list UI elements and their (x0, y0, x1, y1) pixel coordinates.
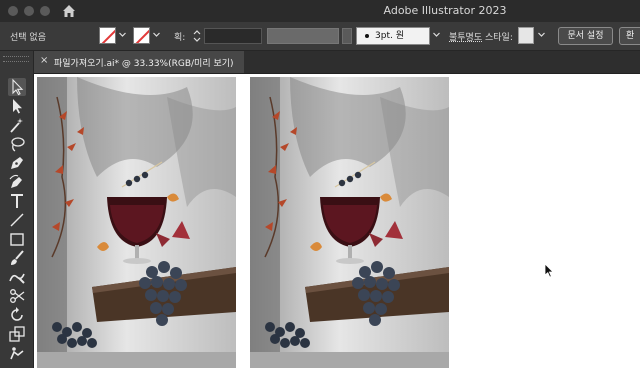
canvas[interactable] (34, 74, 640, 368)
scale-tool-icon[interactable] (8, 325, 26, 343)
preferences-button[interactable]: 환 (619, 27, 640, 45)
stroke-weight-stepper-icon[interactable] (192, 27, 202, 45)
control-bar: 선택 없음 획: 3pt. 원 불투명도 스타일: 문서 설정 환 (0, 22, 640, 51)
chevron-down-icon[interactable] (538, 31, 545, 38)
fill-swatch[interactable] (99, 27, 116, 44)
magic-wand-tool-icon[interactable] (8, 116, 26, 134)
mouse-cursor-icon (544, 263, 554, 278)
profile-dropdown[interactable] (342, 28, 352, 44)
chevron-down-icon[interactable] (119, 31, 126, 38)
artboard-1[interactable] (37, 77, 236, 368)
stroke-weight-input[interactable] (204, 28, 262, 44)
placed-image[interactable] (250, 77, 449, 368)
brush-dot-icon (365, 33, 369, 38)
variable-width-profile[interactable] (267, 28, 339, 44)
document-tab-bar: × 파일가져오기.ai* @ 33.33%(RGB/미리 보기) (34, 51, 640, 74)
stroke-swatch[interactable] (133, 27, 150, 44)
direct-selection-tool-icon[interactable] (8, 97, 26, 115)
close-tab-icon[interactable]: × (40, 55, 48, 66)
document-setup-button[interactable]: 문서 설정 (558, 27, 613, 45)
scissors-tool-icon[interactable] (8, 287, 26, 305)
opacity-link[interactable]: 불투명도 (449, 30, 482, 43)
chevron-down-icon[interactable] (433, 31, 440, 38)
app-title: Adobe Illustrator 2023 (383, 4, 507, 17)
selection-tool-icon[interactable] (8, 78, 26, 96)
line-segment-tool-icon[interactable] (8, 211, 26, 229)
graphic-style-swatch[interactable] (518, 27, 534, 44)
shaper-tool-icon[interactable] (8, 268, 26, 286)
tools-panel (0, 51, 34, 368)
pen-tool-icon[interactable] (8, 154, 26, 172)
paintbrush-tool-icon[interactable] (8, 249, 26, 267)
panel-grip[interactable] (3, 56, 29, 62)
lasso-tool-icon[interactable] (8, 135, 26, 153)
stroke-label: 획: (174, 33, 186, 43)
brush-definition-field[interactable]: 3pt. 원 (356, 27, 430, 45)
selection-status: 선택 없음 (10, 33, 46, 43)
type-tool-icon[interactable] (8, 192, 26, 210)
style-label: 스타일: (485, 33, 513, 43)
brush-value: 3pt. 원 (375, 31, 404, 41)
document-tab-title: 파일가져오기.ai* @ 33.33%(RGB/미리 보기) (54, 59, 234, 69)
rectangle-tool-icon[interactable] (8, 230, 26, 248)
title-bar: Adobe Illustrator 2023 (0, 0, 640, 23)
rotate-tool-icon[interactable] (8, 306, 26, 324)
puppet-warp-tool-icon[interactable] (8, 344, 26, 362)
curvature-tool-icon[interactable] (8, 173, 26, 191)
artboard-2[interactable] (250, 77, 449, 368)
chevron-down-icon[interactable] (153, 31, 160, 38)
placed-image[interactable] (37, 77, 236, 368)
document-tab[interactable]: × 파일가져오기.ai* @ 33.33%(RGB/미리 보기) (34, 51, 244, 73)
